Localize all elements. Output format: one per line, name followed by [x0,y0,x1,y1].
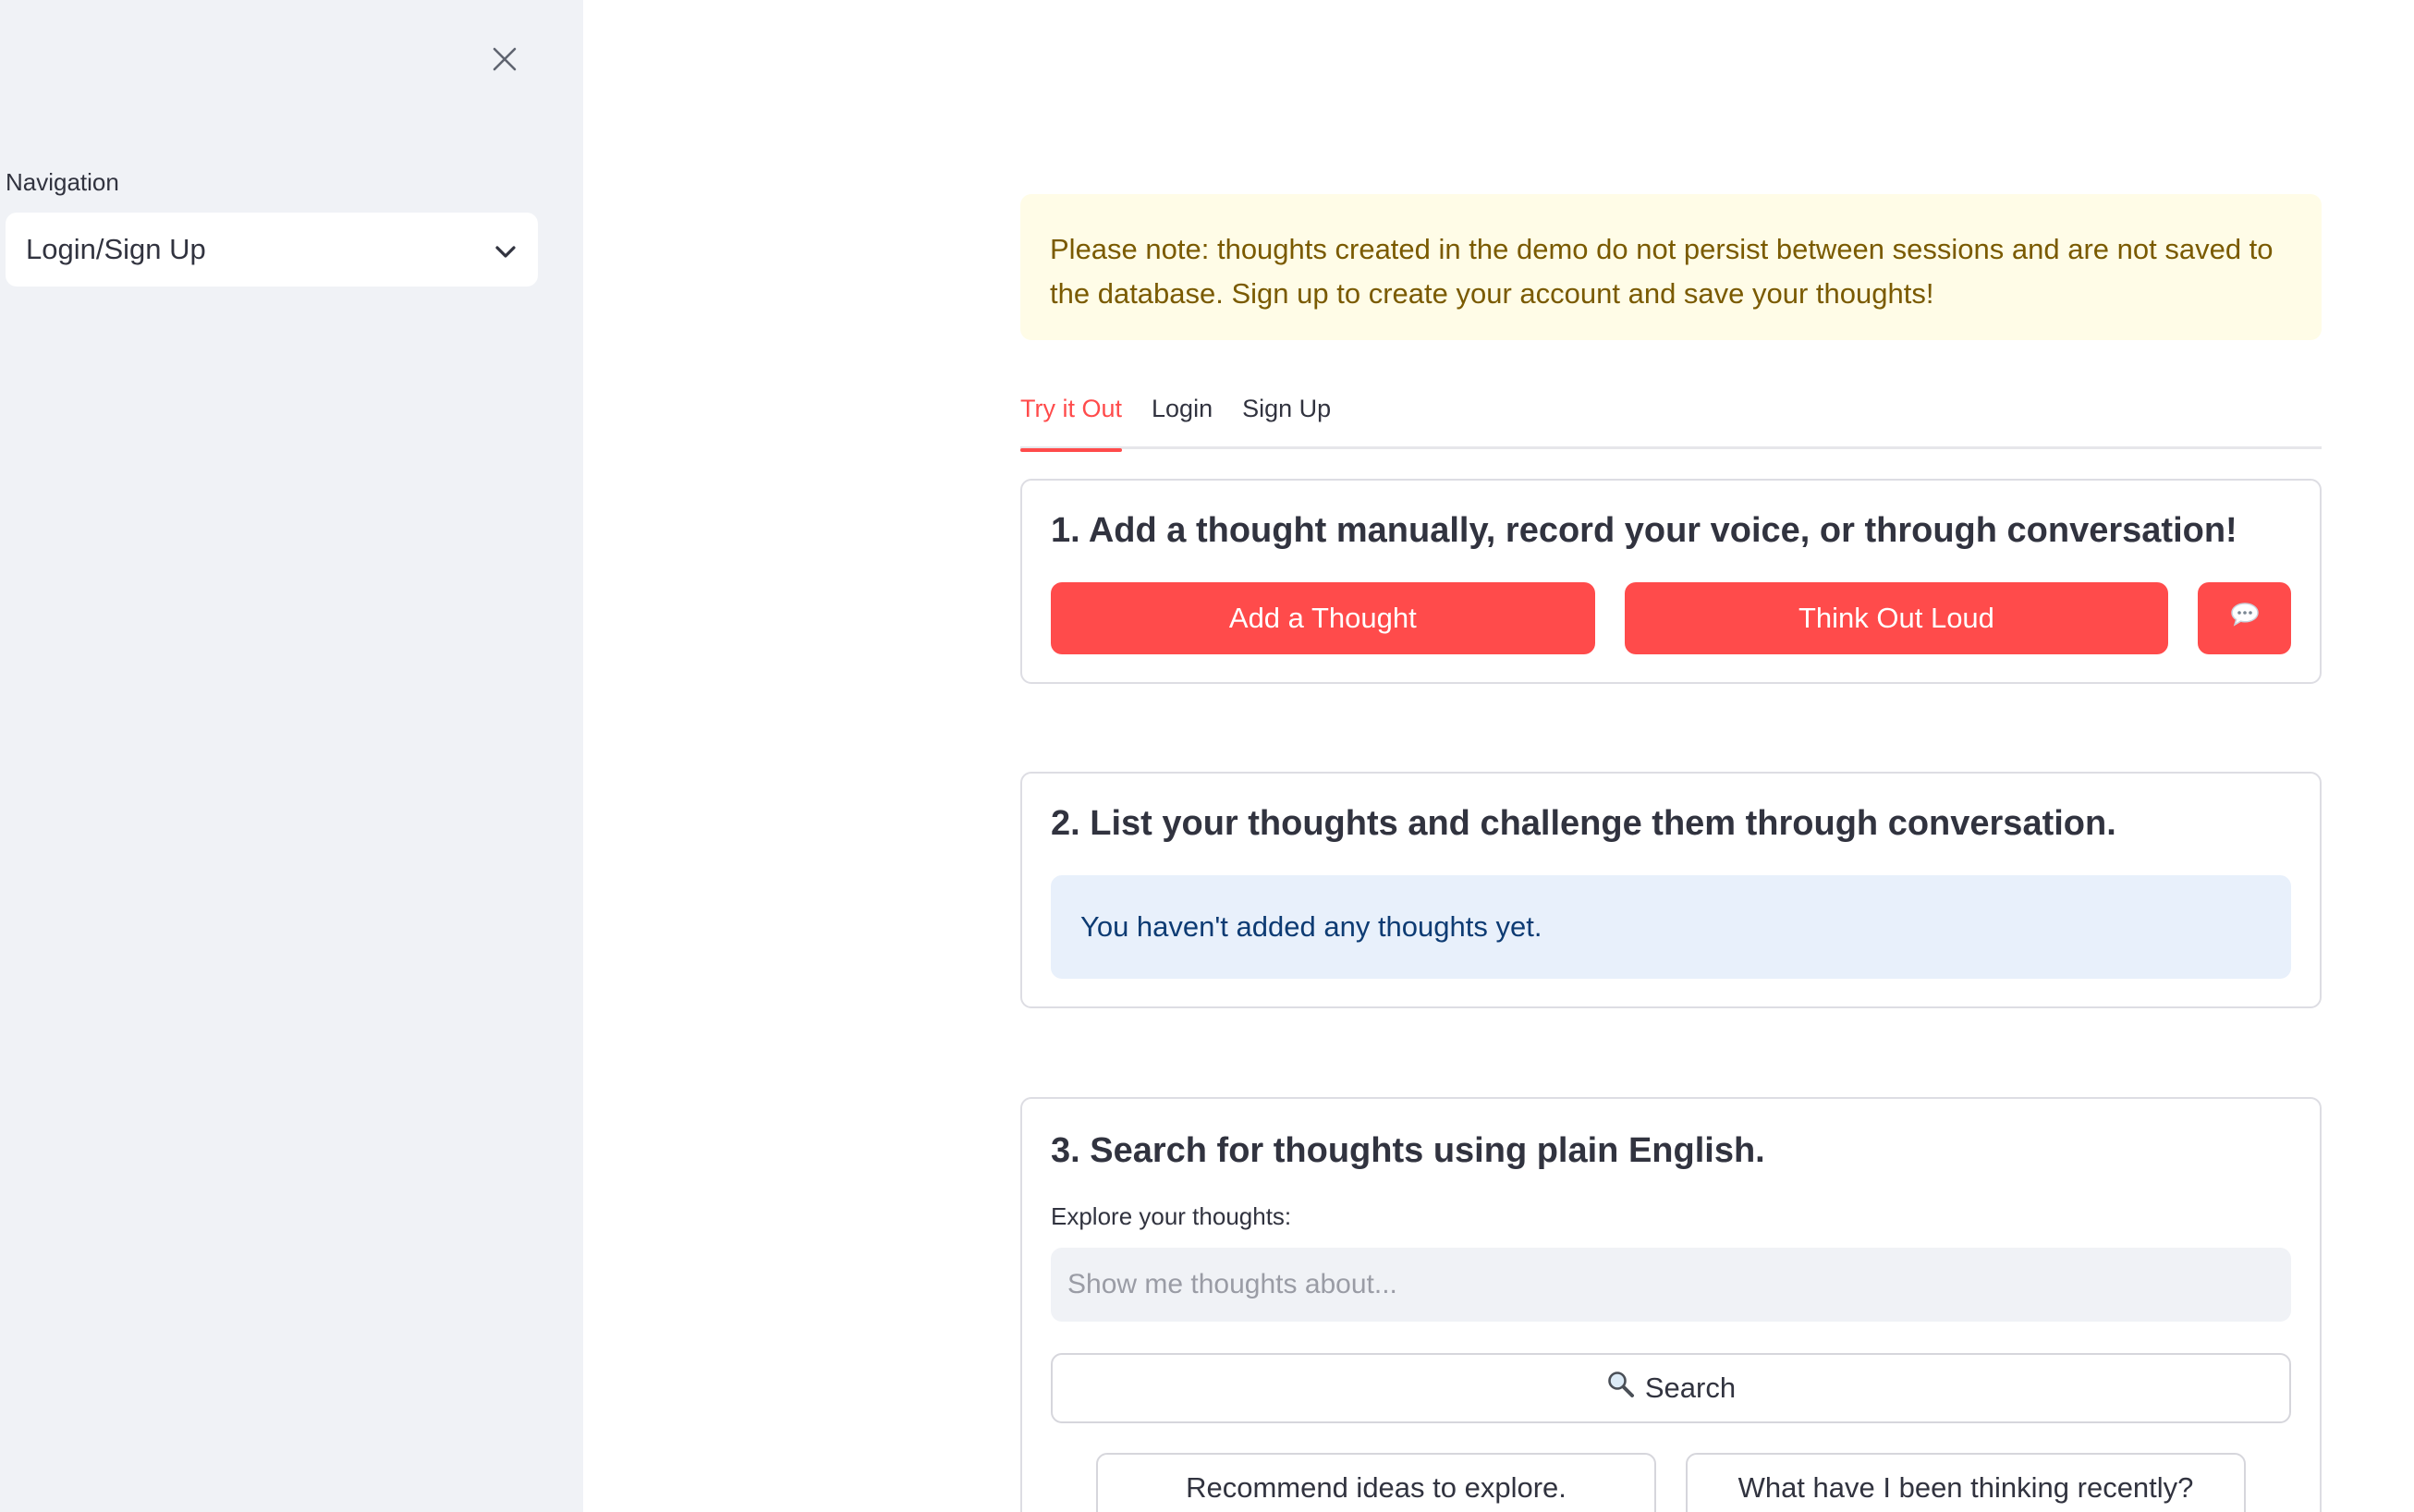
empty-thoughts-info: You haven't added any thoughts yet. [1051,875,2291,979]
list-thoughts-section: 2. List your thoughts and challenge them… [1020,772,2322,1008]
app-root: Navigation Login/Sign Up Please note: th… [0,0,2414,1512]
search-input[interactable] [1051,1248,2291,1322]
navigation-selected-value: Login/Sign Up [26,233,206,265]
add-thought-button-row: Add a Thought Think Out Loud [1051,582,2292,654]
sidebar: Navigation Login/Sign Up [0,0,583,1512]
demo-warning-notice: Please note: thoughts created in the dem… [1020,194,2322,340]
think-out-loud-button[interactable]: Think Out Loud [1624,582,2169,654]
section-1-title: 1. Add a thought manually, record your v… [1051,511,2237,550]
suggestion-button-recent[interactable]: What have I been thinking recently? [1686,1453,2246,1512]
suggestion-row: Recommend ideas to explore. What have I … [1051,1453,2291,1512]
speech-bubble-icon [2230,602,2260,635]
tab-sign-up[interactable]: Sign Up [1242,386,1331,449]
add-thought-section: 1. Add a thought manually, record your v… [1020,479,2322,684]
close-icon[interactable] [484,39,525,79]
tab-login[interactable]: Login [1152,386,1213,449]
tab-try-it-out[interactable]: Try it Out [1020,386,1123,452]
add-thought-button[interactable]: Add a Thought [1051,582,1595,654]
navigation-label: Navigation [6,168,119,196]
suggestion-button-recommend[interactable]: Recommend ideas to explore. [1096,1453,1656,1512]
section-3-title: 3. Search for thoughts using plain Engli… [1051,1131,1765,1170]
magnifier-icon [1606,1370,1636,1407]
chat-button[interactable] [2198,582,2292,654]
empty-thoughts-message: You haven't added any thoughts yet. [1080,910,1542,943]
search-button-label: Search [1644,1372,1737,1404]
section-2-title: 2. List your thoughts and challenge them… [1051,804,2116,843]
chevron-down-icon [495,233,516,266]
explore-field-label: Explore your thoughts: [1051,1202,1292,1230]
tab-bar: Try it Out Login Sign Up [1020,386,2322,452]
search-thoughts-section: 3. Search for thoughts using plain Engli… [1020,1097,2322,1512]
navigation-select[interactable]: Login/Sign Up [6,213,538,287]
demo-warning-text: Please note: thoughts created in the dem… [1050,233,2274,310]
search-button[interactable]: Search [1051,1353,2291,1423]
